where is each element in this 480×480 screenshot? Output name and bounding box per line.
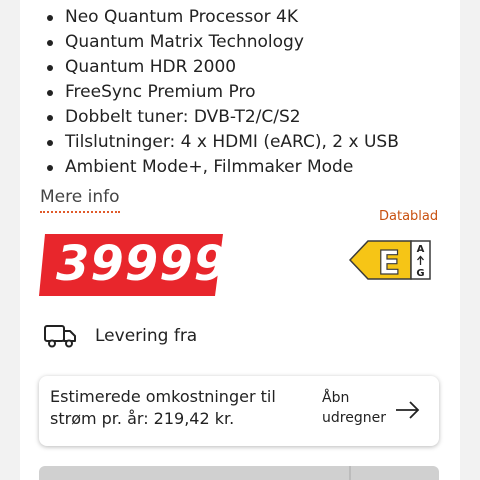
energy-label[interactable]: E A G bbox=[348, 237, 433, 283]
datablad-link[interactable]: Datablad bbox=[379, 209, 438, 224]
feature-text: Ambient Mode+, Filmmaker Mode bbox=[65, 157, 354, 177]
feature-text: Dobbelt tuner: DVB-T2/C/S2 bbox=[65, 107, 301, 127]
open-calculator-line2: udregner bbox=[322, 410, 386, 426]
bullet-icon bbox=[47, 40, 53, 46]
bullet-icon bbox=[47, 90, 53, 96]
bullet-icon bbox=[47, 115, 53, 121]
arrow-right-icon[interactable] bbox=[395, 400, 421, 420]
power-cost-estimate: Estimerede omkostninger til strøm pr. år… bbox=[50, 387, 276, 428]
feature-list: Neo Quantum Processor 4K Quantum Matrix … bbox=[44, 5, 399, 180]
feature-item: FreeSync Premium Pro bbox=[44, 80, 399, 105]
feature-item: Quantum Matrix Technology bbox=[44, 30, 399, 55]
energy-class-icon: E A G bbox=[348, 240, 431, 283]
more-info-link[interactable]: Mere info bbox=[40, 186, 120, 213]
delivery-label: Levering fra bbox=[95, 326, 198, 346]
bullet-icon bbox=[47, 140, 53, 146]
open-calculator-line1: Åbn bbox=[322, 390, 350, 406]
bullet-icon bbox=[47, 165, 53, 171]
bullet-icon bbox=[47, 15, 53, 21]
feature-item: Ambient Mode+, Filmmaker Mode bbox=[44, 155, 399, 180]
feature-text: Quantum HDR 2000 bbox=[65, 57, 237, 77]
feature-item: Neo Quantum Processor 4K bbox=[44, 5, 399, 30]
energy-class-letter: E bbox=[378, 243, 401, 282]
feature-text: Neo Quantum Processor 4K bbox=[65, 7, 298, 27]
truck-icon bbox=[44, 325, 76, 348]
price: 39999 bbox=[56, 236, 228, 292]
open-calculator-label[interactable]: Åbn udregner bbox=[322, 388, 402, 428]
bullet-icon bbox=[47, 65, 53, 71]
feature-text: FreeSync Premium Pro bbox=[65, 82, 256, 102]
feature-text: Quantum Matrix Technology bbox=[65, 32, 304, 52]
feature-item: Tilslutninger: 4 x HDMI (eARC), 2 x USB bbox=[44, 130, 399, 155]
feature-text: Tilslutninger: 4 x HDMI (eARC), 2 x USB bbox=[65, 132, 399, 152]
feature-item: Quantum HDR 2000 bbox=[44, 55, 399, 80]
energy-scale-bottom: G bbox=[416, 268, 424, 279]
divider bbox=[349, 466, 351, 480]
bottom-action-bar[interactable] bbox=[39, 466, 439, 480]
power-cost-calculator-card[interactable]: Estimerede omkostninger til strøm pr. år… bbox=[39, 376, 439, 446]
energy-scale-top: A bbox=[417, 244, 425, 255]
feature-item: Dobbelt tuner: DVB-T2/C/S2 bbox=[44, 105, 399, 130]
